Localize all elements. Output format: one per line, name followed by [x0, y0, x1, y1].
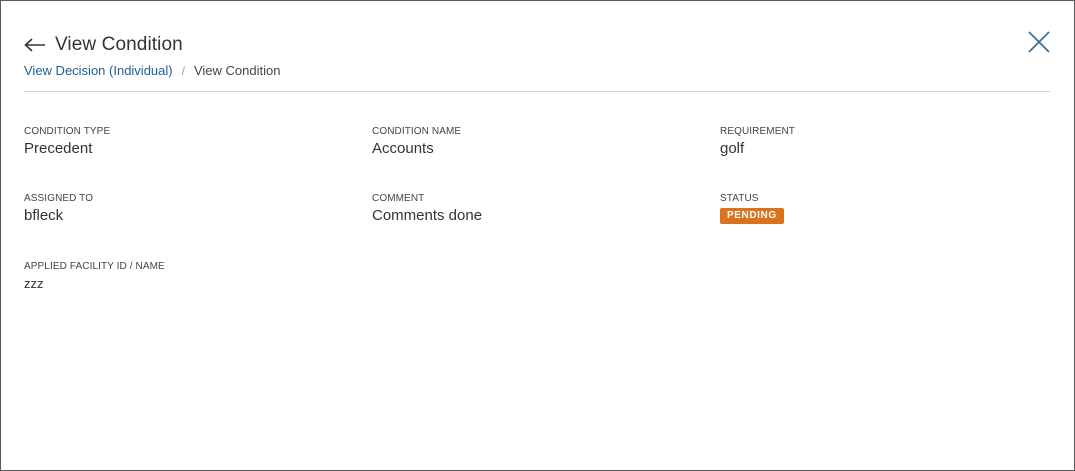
- breadcrumb-link-view-decision[interactable]: View Decision (Individual): [24, 63, 173, 78]
- breadcrumb-current: View Condition: [193, 63, 281, 78]
- field-requirement: REQUIREMENT golf: [720, 126, 795, 158]
- field-status: STATUS PENDING: [720, 193, 784, 224]
- applied-facility-label: APPLIED FACILITY ID / NAME: [24, 261, 165, 272]
- requirement-value: golf: [720, 140, 745, 157]
- assigned-to-label: ASSIGNED TO: [24, 193, 94, 204]
- condition-name-label: CONDITION NAME: [372, 126, 462, 137]
- modal-panel: View Condition View Decision (Individual…: [0, 0, 1075, 471]
- field-condition-name: CONDITION NAME Accounts: [372, 126, 461, 158]
- comment-value: Comments done: [372, 207, 483, 224]
- comment-label: COMMENT: [372, 193, 425, 204]
- back-button[interactable]: [24, 34, 46, 56]
- requirement-label: REQUIREMENT: [720, 126, 795, 137]
- modal-header: View Condition: [24, 32, 183, 58]
- breadcrumb: View Decision (Individual) / View Condit…: [24, 63, 280, 78]
- assigned-to-value: bfleck: [24, 207, 64, 224]
- page-title: View Condition: [55, 34, 183, 55]
- field-condition-type: CONDITION TYPE Precedent: [24, 126, 110, 158]
- condition-name-value: Accounts: [372, 140, 434, 157]
- breadcrumb-separator: /: [181, 63, 185, 78]
- field-assigned-to: ASSIGNED TO bfleck: [24, 193, 93, 225]
- close-button[interactable]: [1027, 30, 1051, 54]
- applied-facility-value: zzz: [24, 276, 44, 291]
- field-comment: COMMENT Comments done: [372, 193, 482, 225]
- header-divider: [24, 91, 1050, 92]
- arrow-left-icon: [24, 38, 45, 52]
- close-icon: [1028, 31, 1050, 53]
- condition-type-label: CONDITION TYPE: [24, 126, 111, 137]
- field-applied-facility: APPLIED FACILITY ID / NAME zzz: [24, 261, 165, 293]
- status-badge: PENDING: [720, 208, 784, 224]
- status-label: STATUS: [720, 193, 759, 204]
- condition-type-value: Precedent: [24, 140, 93, 157]
